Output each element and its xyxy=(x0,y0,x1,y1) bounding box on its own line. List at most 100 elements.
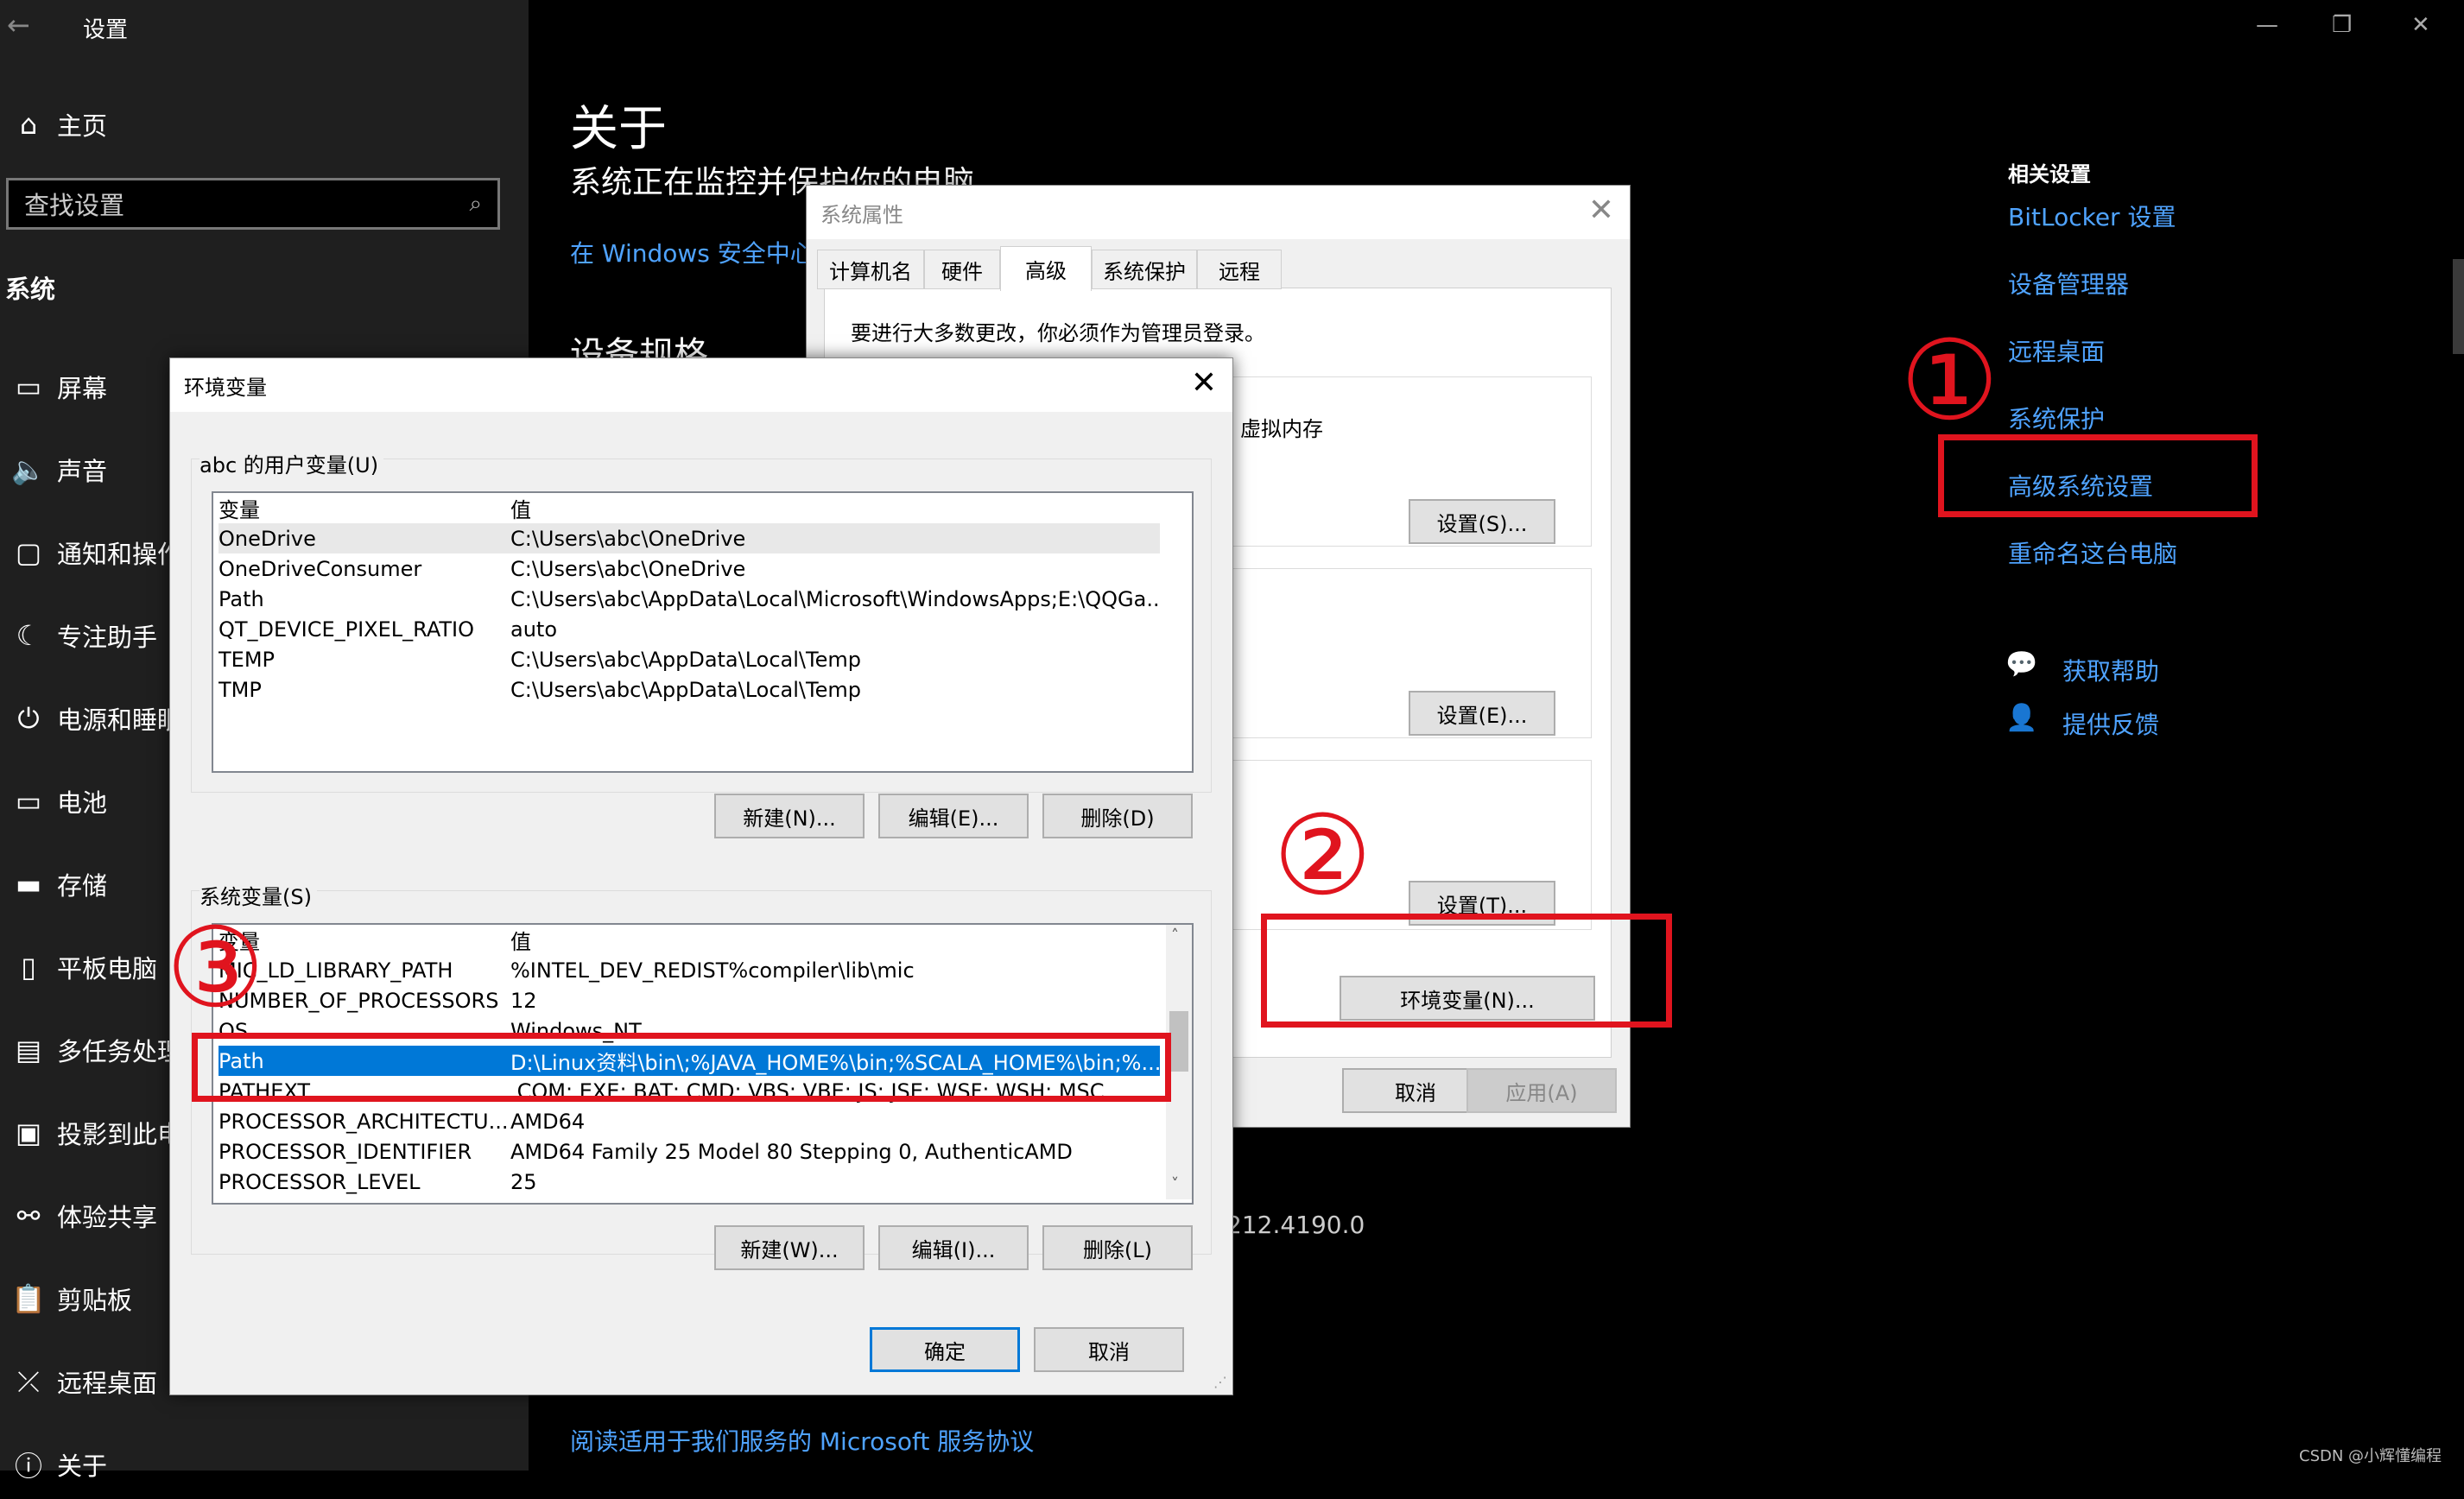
restore-icon[interactable]: ❐ xyxy=(2332,12,2352,38)
get-help-link[interactable]: 获取帮助 xyxy=(2062,653,2159,687)
sidebar-item-label: 体验共享 xyxy=(57,1203,158,1232)
annotation-number-1: ① xyxy=(1900,317,1999,446)
sidebar-item-13[interactable]: ⓘ 关于 xyxy=(0,1430,529,1499)
variable-name: OneDriveConsumer xyxy=(219,556,422,581)
sidebar-item-label: 远程桌面 xyxy=(57,1369,158,1398)
column-header-value[interactable]: 值 xyxy=(510,493,1160,523)
sidebar-item-label: 存储 xyxy=(57,871,108,901)
system-new-button[interactable]: 新建(W)... xyxy=(714,1225,865,1270)
column-header-value[interactable]: 值 xyxy=(510,925,1160,955)
variable-value: C:\Users\abc\OneDrive xyxy=(510,556,746,581)
feedback-link[interactable]: 提供反馈 xyxy=(2062,706,2159,741)
variable-name: Path xyxy=(219,586,264,611)
sidebar-item-label: 平板电脑 xyxy=(57,954,158,984)
scrollbar-thumb[interactable] xyxy=(1169,1011,1188,1072)
variable-value: C:\Users\abc\AppData\Local\Microsoft\Win… xyxy=(510,586,1160,611)
cancel-button[interactable]: 取消 xyxy=(1034,1327,1184,1372)
table-row[interactable]: Path C:\Users\abc\AppData\Local\Microsoft… xyxy=(219,584,1160,614)
search-icon: ⌕ xyxy=(469,190,482,217)
table-row[interactable]: PROCESSOR_ARCHITECTU... AMD64 xyxy=(219,1106,1160,1136)
security-center-link[interactable]: 在 Windows 安全中心 xyxy=(570,235,814,269)
performance-settings-button[interactable]: 设置(S)... xyxy=(1409,499,1555,544)
user-delete-button[interactable]: 删除(D) xyxy=(1042,794,1193,838)
back-arrow-icon[interactable]: ← xyxy=(7,9,30,41)
related-link-3[interactable]: 系统保护 xyxy=(2008,401,2105,435)
help-icon: 💬 xyxy=(2005,649,2038,680)
dialog-title: 环境变量 xyxy=(170,358,1232,412)
dialog-title: 系统属性 xyxy=(807,186,1630,239)
variable-name: PROCESSOR_ARCHITECTU... xyxy=(219,1109,509,1134)
column-header-variable[interactable]: 变量 xyxy=(219,493,510,523)
minimize-icon[interactable]: — xyxy=(2256,12,2278,38)
feedback-icon: 👤 xyxy=(2005,703,2038,733)
variable-value: 12 xyxy=(510,988,537,1013)
close-icon[interactable]: ✕ xyxy=(1588,193,1614,228)
sidebar-item-label: 声音 xyxy=(57,457,108,486)
close-icon[interactable]: ✕ xyxy=(2411,12,2430,38)
table-row[interactable]: OneDrive C:\Users\abc\OneDrive xyxy=(219,523,1160,553)
sidebar-item-label: 关于 xyxy=(57,1452,108,1481)
tab-2[interactable]: 高级 xyxy=(1000,246,1092,291)
sidebar-item-label: 多任务处理 xyxy=(57,1037,183,1066)
power-icon: ⏻ xyxy=(17,701,40,735)
table-row[interactable]: OneDriveConsumer C:\Users\abc\OneDrive xyxy=(219,553,1160,584)
annotation-box-advanced-settings xyxy=(1938,434,2258,517)
search-input[interactable]: 查找设置 ⌕ xyxy=(6,178,500,230)
admin-note: 要进行大多数更改，你必须作为管理员登录。 xyxy=(851,321,1265,345)
sidebar-item-label: 剪贴板 xyxy=(57,1286,133,1315)
service-agreement-link[interactable]: 阅读适用于我们服务的 Microsoft 服务协议 xyxy=(570,1423,1034,1458)
share-icon: ⚯ xyxy=(16,1199,41,1232)
monitor-icon: ▭ xyxy=(15,370,42,403)
variable-value: AMD64 xyxy=(510,1109,586,1134)
related-link-2[interactable]: 远程桌面 xyxy=(2008,333,2105,368)
moon-icon: ☾ xyxy=(16,619,41,652)
tablet-icon: ▯ xyxy=(21,951,36,984)
table-row[interactable]: NUMBER_OF_PROCESSORS 12 xyxy=(219,985,1160,1015)
speaker-icon: 🔈 xyxy=(11,453,46,486)
section-heading: 系统 xyxy=(5,275,56,304)
sidebar-item-label: 电池 xyxy=(57,788,108,818)
page-title: 关于 xyxy=(570,101,667,157)
table-row[interactable]: TMP C:\Users\abc\AppData\Local\Temp xyxy=(219,674,1160,705)
tab-1[interactable]: 硬件 xyxy=(924,250,1000,289)
variable-value: C:\Users\abc\OneDrive xyxy=(510,526,746,551)
sidebar-item-label: 主页 xyxy=(57,111,108,141)
user-edit-button[interactable]: 编辑(E)... xyxy=(878,794,1029,838)
sidebar-item-label: 电源和睡眠 xyxy=(57,705,183,735)
related-link-0[interactable]: BitLocker 设置 xyxy=(2008,199,2176,233)
storage-icon: ▬ xyxy=(15,868,42,901)
close-icon[interactable]: ✕ xyxy=(1191,365,1217,401)
tab-3[interactable]: 系统保护 xyxy=(1092,250,1197,289)
annotation-box-path-row xyxy=(192,1033,1171,1102)
user-new-button[interactable]: 新建(N)... xyxy=(714,794,865,838)
system-delete-button[interactable]: 删除(L) xyxy=(1042,1225,1193,1270)
search-placeholder: 查找设置 xyxy=(24,191,125,220)
table-row[interactable]: MIC_LD_LIBRARY_PATH %INTEL_DEV_REDIST%com… xyxy=(219,955,1160,985)
scroll-down-icon[interactable]: ˅ xyxy=(1171,1175,1179,1193)
variable-value: auto xyxy=(510,617,558,642)
system-edit-button[interactable]: 编辑(I)... xyxy=(878,1225,1029,1270)
profile-settings-button[interactable]: 设置(E)... xyxy=(1409,691,1555,736)
user-variables-label: abc 的用户变量(U) xyxy=(200,448,384,478)
table-row[interactable]: PROCESSOR_LEVEL 25 xyxy=(219,1167,1160,1197)
tab-4[interactable]: 远程 xyxy=(1197,250,1282,289)
user-variables-list[interactable]: 变量 值 OneDrive C:\Users\abc\OneDrive OneDri… xyxy=(212,491,1194,773)
apply-button[interactable]: 应用(A) xyxy=(1466,1068,1617,1113)
table-row[interactable]: QT_DEVICE_PIXEL_RATIO auto xyxy=(219,614,1160,644)
table-row[interactable]: TEMP C:\Users\abc\AppData\Local\Temp xyxy=(219,644,1160,674)
list-header: 变量 值 xyxy=(219,925,1160,955)
notification-icon: ▢ xyxy=(15,536,42,569)
sidebar-item-home[interactable]: ⌂ 主页 xyxy=(0,90,529,159)
ok-button[interactable]: 确定 xyxy=(870,1327,1020,1372)
scroll-up-icon[interactable]: ˄ xyxy=(1171,927,1179,945)
scrollbar[interactable] xyxy=(2453,259,2464,354)
variable-value: C:\Users\abc\AppData\Local\Temp xyxy=(510,647,861,672)
table-row[interactable]: PROCESSOR_IDENTIFIER AMD64 Family 25 Mode… xyxy=(219,1136,1160,1167)
related-link-5[interactable]: 重命名这台电脑 xyxy=(2008,535,2177,570)
resize-grip-icon[interactable]: ⋰ xyxy=(1213,1374,1227,1390)
sidebar-item-label: 专注助手 xyxy=(57,623,158,652)
tab-0[interactable]: 计算机名 xyxy=(817,250,924,289)
variable-value: %INTEL_DEV_REDIST%compiler\lib\mic xyxy=(510,958,915,983)
multitask-icon: ▤ xyxy=(15,1034,42,1066)
related-link-1[interactable]: 设备管理器 xyxy=(2008,266,2129,300)
